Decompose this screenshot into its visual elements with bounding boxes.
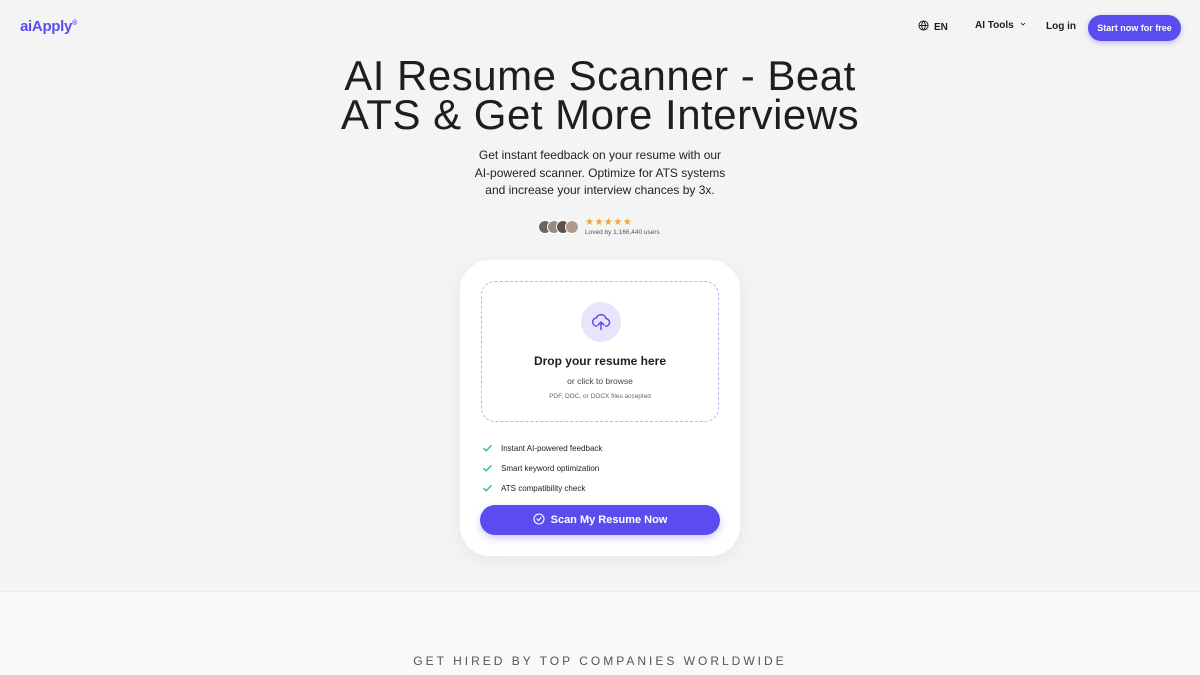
login-link[interactable]: Log in: [1046, 21, 1076, 32]
feature-list: Instant AI-powered feedback Smart keywor…: [482, 438, 602, 498]
accepted-file-types: PDF, DOC, or DOCX files accepted: [549, 393, 651, 400]
feature-label: Smart keyword optimization: [501, 463, 600, 473]
dropzone-title: Drop your resume here: [533, 354, 667, 368]
scanner-card: Drop your resume here or click to browse…: [460, 260, 740, 556]
language-selector[interactable]: EN: [918, 20, 948, 34]
aiapply-logo[interactable]: aiApply®: [20, 18, 77, 35]
start-free-button[interactable]: Start now for free: [1088, 15, 1181, 41]
upload-cloud-icon: [581, 302, 621, 342]
avatar: [565, 219, 579, 234]
rating-block: ★★★★★ Loved by 1,166,440 users: [585, 217, 660, 236]
feature-label: Instant AI-powered feedback: [501, 443, 603, 453]
hero-section: aiApply® EN AI Tools Log in Start now fo…: [0, 0, 1200, 591]
list-item: Smart keyword optimization: [482, 458, 602, 478]
ai-tools-label: AI Tools: [975, 20, 1014, 31]
loved-by-count: Loved by 1,166,440 users: [585, 229, 660, 236]
resume-dropzone[interactable]: Drop your resume here or click to browse…: [481, 281, 719, 422]
user-avatars: [538, 219, 579, 234]
page-title: AI Resume Scanner - Beat ATS & Get More …: [340, 52, 860, 138]
feature-label: ATS compatibility check: [501, 483, 586, 493]
chevron-down-icon: [1019, 20, 1027, 31]
scan-resume-button[interactable]: Scan My Resume Now: [480, 505, 720, 535]
check-icon: [482, 443, 493, 454]
browse-link[interactable]: or click to browse: [482, 376, 718, 386]
hired-banner: GET HIRED BY TOP COMPANIES WORLDWIDE: [413, 654, 787, 668]
social-proof: ★★★★★ Loved by 1,166,440 users: [538, 217, 660, 236]
check-icon: [482, 463, 493, 474]
scan-button-label: Scan My Resume Now: [550, 514, 668, 526]
star-rating: ★★★★★: [585, 217, 633, 228]
language-label: EN: [934, 21, 948, 33]
list-item: ATS compatibility check: [482, 478, 602, 498]
ai-tools-menu[interactable]: AI Tools: [975, 20, 1027, 31]
list-item: Instant AI-powered feedback: [482, 438, 602, 458]
check-icon: [482, 483, 493, 494]
check-circle-icon: [533, 512, 545, 528]
globe-icon: [918, 20, 929, 34]
hero-subtitle: Get instant feedback on your resume with…: [474, 148, 726, 197]
